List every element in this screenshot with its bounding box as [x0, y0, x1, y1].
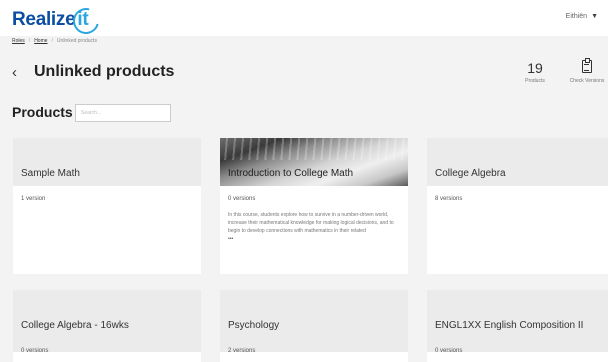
product-versions: 2 versions: [228, 348, 256, 354]
products-count-label: Products: [525, 78, 545, 84]
product-versions: 8 versions: [435, 196, 463, 202]
product-versions: 0 versions: [228, 196, 256, 202]
user-name: Eithiën: [565, 13, 588, 20]
top-bar: Realize it Eithiën ▼: [0, 0, 608, 36]
check-versions-label: Check Versions: [569, 78, 605, 84]
breadcrumb-current: Unlinked products: [56, 38, 97, 44]
product-card[interactable]: Sample Math 1 version: [13, 138, 201, 274]
breadcrumb-separator: /: [51, 38, 53, 44]
product-title: ENGL1XX English Composition II: [435, 320, 584, 331]
breadcrumb-separator: /: [28, 38, 31, 44]
product-card[interactable]: Psychology 2 versions: [220, 290, 408, 362]
product-versions: 1 version: [21, 196, 46, 202]
product-description-text: In this course, students explore how to …: [228, 212, 394, 234]
product-title: Psychology: [228, 320, 280, 331]
products-stat: 19 Products: [517, 60, 553, 84]
chevron-left-icon[interactable]: ‹: [12, 64, 17, 81]
product-title: Introduction to College Math: [228, 168, 354, 179]
breadcrumb-roles[interactable]: Roles: [12, 38, 25, 44]
breadcrumb-home[interactable]: Home: [34, 38, 47, 44]
clipboard-icon: [582, 58, 592, 73]
breadcrumb: Roles / Home / Unlinked products: [12, 38, 97, 44]
realizeit-logo[interactable]: Realize it: [12, 9, 90, 31]
products-heading: Products: [12, 104, 73, 120]
more-icon[interactable]: •••: [228, 235, 400, 243]
search-input[interactable]: [75, 104, 171, 122]
product-card[interactable]: ENGL1XX English Composition II 0 version…: [427, 290, 608, 362]
product-card[interactable]: Introduction to College Math 0 versions …: [220, 138, 408, 274]
product-title: Sample Math: [21, 168, 80, 179]
page-title: Unlinked products: [34, 63, 175, 80]
user-menu[interactable]: Eithiën ▼: [566, 13, 598, 20]
logo-main-text: Realize: [12, 9, 76, 30]
product-versions: 0 versions: [435, 348, 463, 354]
product-versions: 0 versions: [21, 348, 49, 354]
logo-accent-text: it: [77, 9, 89, 30]
products-count: 19: [527, 60, 543, 76]
product-card[interactable]: College Algebra - 16wks 0 versions: [13, 290, 201, 362]
product-title: College Algebra: [435, 168, 506, 179]
check-versions-button[interactable]: Check Versions: [566, 58, 608, 84]
product-title: College Algebra - 16wks: [21, 320, 129, 331]
product-card[interactable]: College Algebra 8 versions: [427, 138, 608, 274]
caret-down-icon: ▼: [591, 13, 598, 20]
product-description: In this course, students explore how to …: [228, 211, 400, 243]
